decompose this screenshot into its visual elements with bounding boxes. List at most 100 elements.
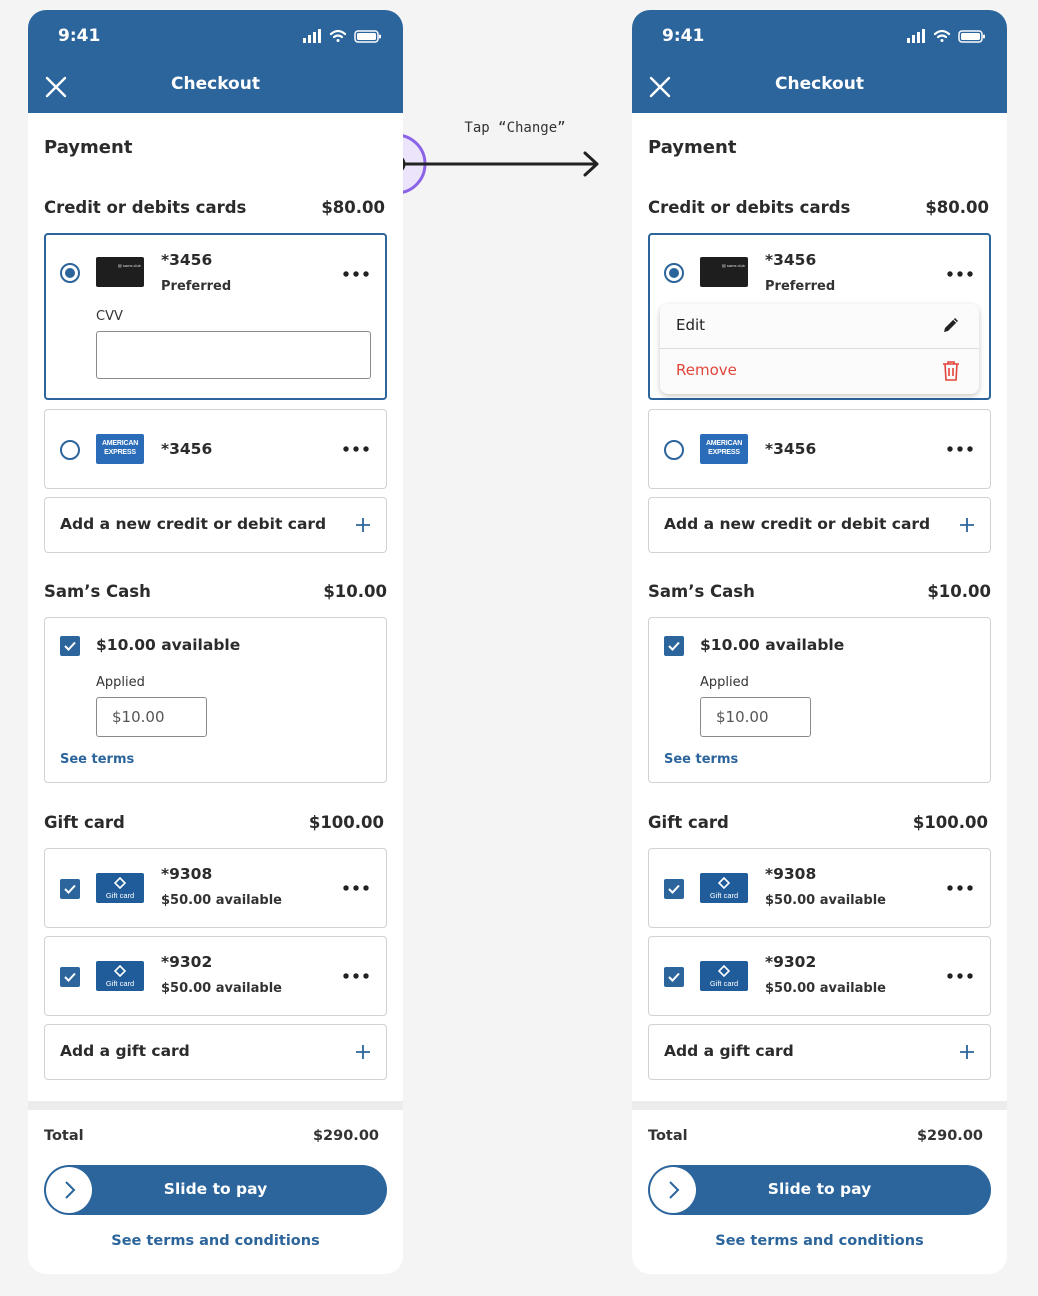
signal-icon (303, 29, 321, 43)
gift-card-thumbnail: Gift card (96, 961, 144, 991)
gift-card-number: *9302 (161, 953, 213, 971)
plus-icon (960, 1045, 974, 1059)
checkmark-icon (668, 972, 680, 982)
add-card-button[interactable]: Add a new credit or debit card (44, 497, 387, 553)
sams-club-card-thumbnail: ▤ sams club (96, 257, 144, 287)
add-gift-card-button[interactable]: Add a gift card (648, 1024, 991, 1080)
battery-icon (958, 30, 985, 43)
cards-section-amount: $80.00 (925, 198, 989, 217)
payment-heading: Payment (44, 137, 133, 158)
gift-card-available: $50.00 available (765, 981, 886, 996)
gift-card-item[interactable]: Gift card *9308 $50.00 available (44, 848, 387, 928)
sams-cash-label: Sam’s Cash (44, 582, 151, 601)
add-card-label: Add a new credit or debit card (664, 515, 931, 533)
gift-card-number: *9308 (765, 865, 817, 883)
applied-label: Applied (96, 675, 145, 690)
add-card-button[interactable]: Add a new credit or debit card (648, 497, 991, 553)
gift-card-thumbnail: Gift card (700, 873, 748, 903)
sams-cash-checkbox[interactable] (664, 636, 684, 656)
checkmark-icon (64, 884, 76, 894)
gift-card-item[interactable]: Gift card *9308 $50.00 available (648, 848, 991, 928)
status-time: 9:41 (58, 26, 101, 46)
card-radio-selected[interactable] (60, 263, 80, 283)
gift-card-checkbox[interactable] (60, 967, 80, 987)
preferred-tag: Preferred (161, 279, 232, 294)
gift-card-checkbox[interactable] (664, 967, 684, 987)
gift-card-checkbox[interactable] (664, 879, 684, 899)
more-options-icon[interactable] (343, 446, 369, 452)
sams-club-logo-icon: ▤ sams club (722, 263, 745, 268)
add-gift-card-label: Add a gift card (664, 1042, 794, 1060)
terms-conditions-link[interactable]: See terms and conditions (632, 1233, 1007, 1249)
gift-card-amount: $100.00 (308, 813, 384, 832)
slide-to-pay-button[interactable]: Slide to pay (44, 1165, 387, 1215)
checkmark-icon (668, 884, 680, 894)
gift-card-checkbox[interactable] (60, 879, 80, 899)
status-icons (907, 29, 985, 43)
card-number: *3456 (765, 440, 817, 458)
add-card-label: Add a new credit or debit card (60, 515, 327, 533)
more-options-icon[interactable] (343, 271, 369, 277)
applied-amount-input[interactable]: $10.00 (96, 697, 207, 737)
more-options-icon[interactable] (947, 271, 973, 277)
total-label: Total (648, 1128, 688, 1144)
see-terms-link[interactable]: See terms (60, 752, 134, 767)
preferred-tag: Preferred (765, 279, 836, 294)
section-divider (28, 1101, 403, 1110)
payment-heading: Payment (648, 137, 737, 158)
amex-card-thumbnail: AMERICAN EXPRESS (700, 434, 748, 464)
card-option-amex[interactable]: AMERICAN EXPRESS *3456 (44, 409, 387, 489)
sams-cash-available: $10.00 available (700, 636, 845, 654)
see-terms-link[interactable]: See terms (664, 752, 738, 767)
gift-card-item[interactable]: Gift card *9302 $50.00 available (44, 936, 387, 1016)
pencil-icon[interactable] (941, 315, 961, 335)
sams-cash-amount: $10.00 (927, 582, 991, 601)
terms-conditions-link[interactable]: See terms and conditions (28, 1233, 403, 1249)
card-radio-unselected[interactable] (60, 440, 80, 460)
checkmark-icon (64, 641, 76, 651)
sams-cash-checkbox[interactable] (60, 636, 80, 656)
gift-card-item[interactable]: Gift card *9302 $50.00 available (648, 936, 991, 1016)
add-gift-card-label: Add a gift card (60, 1042, 190, 1060)
menu-item-edit[interactable]: Edit (676, 316, 705, 334)
more-options-icon[interactable] (947, 885, 973, 891)
slide-to-pay-button[interactable]: Slide to pay (648, 1165, 991, 1215)
slide-to-pay-label: Slide to pay (163, 1180, 268, 1198)
sams-cash-label: Sam’s Cash (648, 582, 755, 601)
diamond-logo-icon (114, 877, 126, 889)
total-amount: $290.00 (916, 1128, 983, 1144)
wifi-icon (933, 29, 951, 42)
applied-label: Applied (700, 675, 749, 690)
cvv-label: CVV (96, 309, 123, 324)
diamond-logo-icon (718, 877, 730, 889)
status-time: 9:41 (662, 26, 705, 46)
page-title: Checkout (775, 74, 864, 94)
more-options-icon[interactable] (343, 885, 369, 891)
app-header: 9:41 Checkout (28, 10, 403, 113)
card-option-preferred[interactable]: ▤ sams club *3456 Preferred CVV (44, 233, 387, 400)
applied-amount-input[interactable]: $10.00 (700, 697, 811, 737)
more-options-icon[interactable] (947, 446, 973, 452)
app-header: 9:41 Checkout (632, 10, 1007, 113)
card-radio-selected[interactable] (664, 263, 684, 283)
gift-card-available: $50.00 available (765, 893, 886, 908)
card-option-amex[interactable]: AMERICAN EXPRESS *3456 (648, 409, 991, 489)
amex-logo-icon: AMERICAN EXPRESS (101, 440, 139, 456)
checkmark-icon (64, 972, 76, 982)
cards-section-label: Credit or debits cards (648, 198, 851, 217)
trash-icon[interactable] (941, 360, 961, 382)
cvv-input[interactable] (96, 331, 371, 379)
gift-card-available: $50.00 available (161, 893, 282, 908)
checkout-screen-after: 9:41 Checkout Payment Credit or debits c… (632, 10, 1007, 1274)
gift-card-available: $50.00 available (161, 981, 282, 996)
more-options-icon[interactable] (947, 973, 973, 979)
signal-icon (907, 29, 925, 43)
more-options-icon[interactable] (343, 973, 369, 979)
card-radio-unselected[interactable] (664, 440, 684, 460)
plus-icon (356, 518, 370, 532)
gift-card-number: *9308 (161, 865, 213, 883)
total-label: Total (44, 1128, 84, 1144)
menu-item-remove[interactable]: Remove (676, 361, 737, 379)
cards-section-label: Credit or debits cards (44, 198, 247, 217)
add-gift-card-button[interactable]: Add a gift card (44, 1024, 387, 1080)
